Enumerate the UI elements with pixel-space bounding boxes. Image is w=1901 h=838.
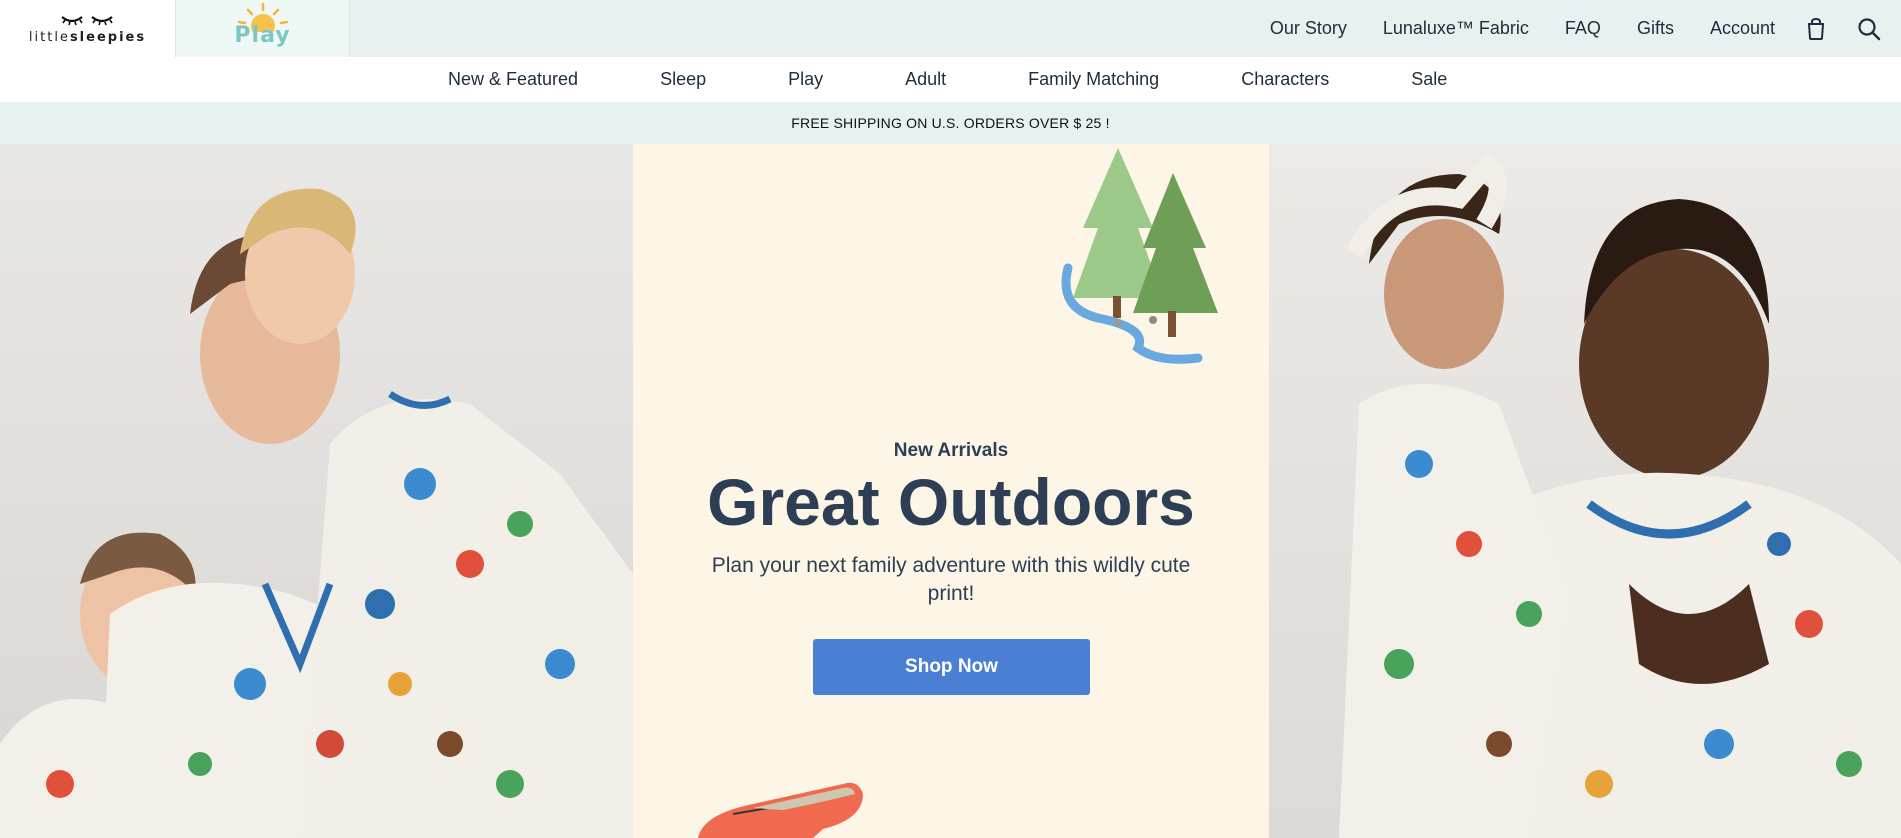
family-pajamas-photo xyxy=(0,188,633,838)
link-account[interactable]: Account xyxy=(1710,18,1775,39)
nav-sale[interactable]: Sale xyxy=(1411,69,1447,90)
logo-text-light: little xyxy=(28,29,70,45)
top-bar: littlesleepies Play Our Story Lunaluxe™ … xyxy=(0,0,1901,57)
hero-eyebrow: New Arrivals xyxy=(893,440,1009,461)
shopping-bag-icon[interactable] xyxy=(1805,17,1827,41)
dad-and-baby-photo xyxy=(1339,150,1901,838)
hero-subtitle: Plan your next family adventure with thi… xyxy=(711,554,1191,605)
promo-banner: FREE SHIPPING ON U.S. ORDERS OVER $ 25 ! xyxy=(0,102,1901,144)
search-icon[interactable] xyxy=(1857,17,1881,41)
nav-sleep[interactable]: Sleep xyxy=(660,69,706,90)
hero-title: Great Outdoors xyxy=(707,465,1195,539)
utility-nav: Our Story Lunaluxe™ Fabric FAQ Gifts Acc… xyxy=(1234,0,1881,57)
brand-logo[interactable]: littlesleepies xyxy=(0,0,175,57)
play-brand-tab[interactable]: Play xyxy=(175,0,350,57)
hero-promo-panel: New Arrivals Great Outdoors Plan your ne… xyxy=(633,144,1269,838)
hero-photo-family-right[interactable] xyxy=(1269,144,1901,838)
logo-wordmark: littlesleepies xyxy=(29,30,146,45)
promo-text: FREE SHIPPING ON U.S. ORDERS OVER $ 25 ! xyxy=(791,115,1110,131)
nav-new-featured[interactable]: New & Featured xyxy=(448,69,578,90)
play-tab-label: Play xyxy=(234,23,291,48)
hero-photo-family-left[interactable] xyxy=(0,144,633,838)
pine-trees-river-icon xyxy=(1061,148,1218,364)
nav-adult[interactable]: Adult xyxy=(905,69,946,90)
sleepy-eyes-icon xyxy=(60,13,116,27)
link-our-story[interactable]: Our Story xyxy=(1270,18,1347,39)
link-gifts[interactable]: Gifts xyxy=(1637,18,1674,39)
hero-section: New Arrivals Great Outdoors Plan your ne… xyxy=(0,144,1901,838)
logo-text-bold: sleepies xyxy=(69,29,147,45)
canoe-icon xyxy=(698,782,863,838)
nav-characters[interactable]: Characters xyxy=(1241,69,1329,90)
nav-play[interactable]: Play xyxy=(788,69,823,90)
main-nav: New & Featured Sleep Play Adult Family M… xyxy=(0,57,1901,102)
link-faq[interactable]: FAQ xyxy=(1565,18,1601,39)
nav-family-matching[interactable]: Family Matching xyxy=(1028,69,1159,90)
link-lunaluxe-fabric[interactable]: Lunaluxe™ Fabric xyxy=(1383,18,1529,39)
shop-now-button[interactable]: Shop Now xyxy=(813,639,1090,695)
